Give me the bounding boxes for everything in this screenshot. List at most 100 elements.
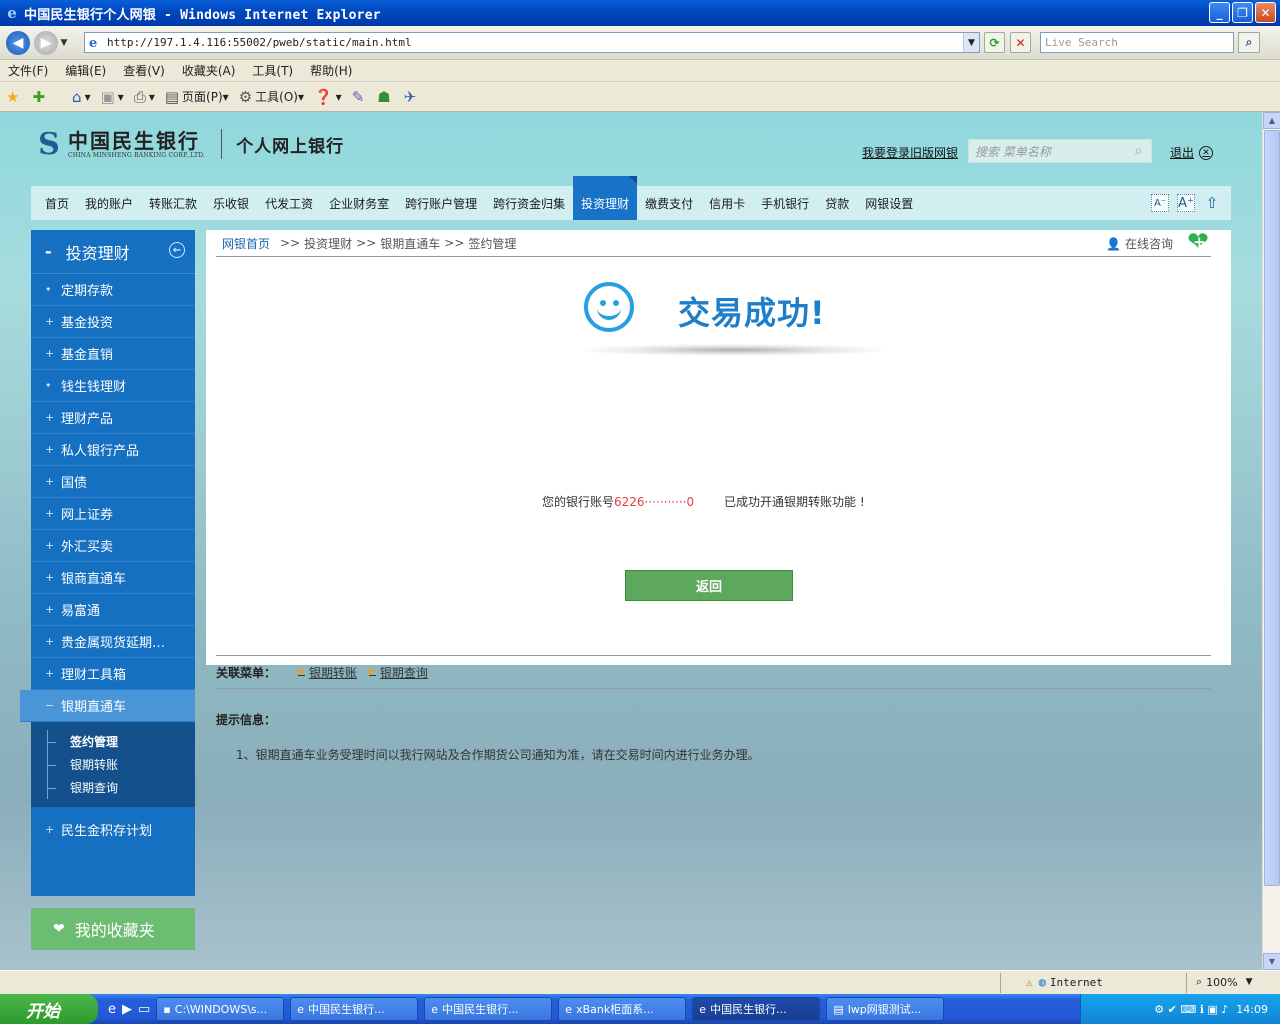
taskbar-item-browser-1[interactable]: e 中国民生银行...: [290, 997, 419, 1021]
add-favorite-icon[interactable]: ✚: [32, 88, 48, 106]
sidebar-item-label: 私人银行产品: [61, 444, 140, 459]
related-link-query[interactable]: ▶ 银期查询: [369, 664, 428, 681]
breadcrumb-home[interactable]: 网银首页: [222, 235, 270, 252]
address-dropdown-icon[interactable]: ▼: [963, 33, 979, 52]
scroll-top-icon[interactable]: ⇧: [1203, 194, 1221, 212]
sidebar-item-bank-merchant[interactable]: + 银商直通车: [31, 562, 195, 594]
scroll-up-icon[interactable]: ▲: [1263, 112, 1280, 129]
font-increase-button[interactable]: A ⁺: [1177, 194, 1195, 212]
feeds-icon[interactable]: ▣ ▾: [101, 88, 124, 106]
print-icon[interactable]: ⎙ ▾: [134, 88, 155, 106]
nav-transfer[interactable]: 转账汇款: [141, 186, 205, 220]
taskbar-item-xbank[interactable]: e xBank柜面系...: [558, 997, 687, 1021]
menu-edit[interactable]: 编辑(E): [65, 62, 106, 79]
nav-payments[interactable]: 缴费支付: [637, 186, 701, 220]
scroll-down-icon[interactable]: ▼: [1263, 953, 1280, 970]
submenu-bank-futures-query[interactable]: 银期查询: [47, 776, 195, 799]
start-button[interactable]: 开始: [0, 994, 98, 1024]
maximize-button[interactable]: ❐: [1232, 2, 1253, 23]
sidebar-item-private-banking[interactable]: + 私人银行产品: [31, 434, 195, 466]
back-button[interactable]: ◀: [6, 30, 30, 55]
sidebar-item-treasury-bonds[interactable]: + 国债: [31, 466, 195, 498]
font-decrease-button[interactable]: A ⁻: [1151, 194, 1169, 212]
research-icon[interactable]: ✎: [352, 88, 368, 106]
add-favorite-heart-icon[interactable]: ❤ +: [1183, 227, 1213, 257]
tray-icons[interactable]: ⚙ ✔ ⌨ ℹ ▣ ♪: [1154, 1003, 1228, 1016]
nav-payroll[interactable]: 代发工资: [257, 186, 321, 220]
security-zone[interactable]: ⚠ ◍ Internet: [1026, 975, 1103, 989]
favorites-star-icon[interactable]: ★: [6, 88, 22, 106]
sidebar-item-fund-investment[interactable]: + 基金投资: [31, 306, 195, 338]
taskbar-item-browser-2[interactable]: e 中国民生银行...: [424, 997, 553, 1021]
nav-loans[interactable]: 贷款: [817, 186, 857, 220]
refresh-button[interactable]: ⟳: [984, 32, 1005, 53]
related-link-transfer[interactable]: ▶ 银期转账: [298, 664, 357, 681]
menu-search-input[interactable]: 搜索 菜单名称: [969, 143, 1126, 160]
sidebar-item-precious-metals[interactable]: + 贵金属现货延期…: [31, 626, 195, 658]
live-search-input[interactable]: Live Search: [1040, 32, 1234, 53]
nav-home[interactable]: 首页: [31, 186, 77, 220]
nav-cross-bank-accounts[interactable]: 跨行账户管理: [397, 186, 485, 220]
collapse-icon[interactable]: -: [45, 242, 52, 261]
favorites-button[interactable]: ❤ 我的收藏夹: [31, 908, 195, 950]
menu-tools[interactable]: 工具(T): [252, 62, 293, 79]
submenu-bank-futures-transfer[interactable]: 银期转账: [47, 753, 195, 776]
nav-credit-card[interactable]: 信用卡: [701, 186, 753, 220]
sidebar-item-online-securities[interactable]: + 网上证券: [31, 498, 195, 530]
menu-view[interactable]: 查看(V): [123, 62, 165, 79]
zoom-level[interactable]: ⌕ 100% ▼: [1196, 975, 1253, 989]
return-button[interactable]: 返回: [625, 570, 793, 601]
submenu-sign-management[interactable]: 签约管理: [47, 730, 195, 753]
taskbar-item-cmd[interactable]: ▪ C:\WINDOWS\s...: [156, 997, 285, 1021]
extension-icon[interactable]: ✈: [404, 88, 420, 106]
sidebar-item-bank-futures[interactable]: − 银期直通车: [20, 690, 195, 722]
page-menu[interactable]: ▤ 页面(P) ▾: [165, 88, 229, 106]
online-consult-link[interactable]: 👤 在线咨询: [1106, 235, 1173, 252]
nav-cross-bank-funds[interactable]: 跨行资金归集: [485, 186, 573, 220]
content-panel: 网银首页 >> 投资理财 >> 银期直通车 >> 签约管理 👤 在线咨询 ❤ + …: [206, 227, 1231, 762]
sidebar-item-label: 理财产品: [61, 412, 114, 427]
sidebar-back-icon[interactable]: ←: [169, 242, 185, 258]
close-window-button[interactable]: ✕: [1255, 2, 1276, 23]
sidebar-item-wealth-products[interactable]: + 理财产品: [31, 402, 195, 434]
menu-file[interactable]: 文件(F): [8, 62, 48, 79]
nav-mobile-banking[interactable]: 手机银行: [753, 186, 817, 220]
taskbar: 开始 e ▶ ▭ ▪ C:\WINDOWS\s... e 中国民生银行... e 中国…: [0, 994, 1280, 1024]
nav-my-account[interactable]: 我的账户: [77, 186, 141, 220]
search-icon[interactable]: ⌕: [1238, 32, 1260, 53]
logout-link[interactable]: 退出 ✕: [1170, 144, 1214, 161]
nav-corporate-finance[interactable]: 企业财务室: [321, 186, 397, 220]
taskbar-item-lwp[interactable]: ▤ lwp网银测试...: [826, 997, 945, 1021]
menu-help[interactable]: 帮助(H): [310, 62, 352, 79]
nav-investment[interactable]: 投资理财: [573, 176, 638, 220]
home-icon[interactable]: ⌂ ▾: [72, 88, 91, 106]
media-quicklaunch-icon[interactable]: ▶: [122, 1002, 132, 1017]
messenger-icon[interactable]: ☗: [377, 88, 393, 106]
ie-quicklaunch-icon[interactable]: e: [108, 1002, 116, 1017]
menu-favorites[interactable]: 收藏夹(A): [182, 62, 236, 79]
sidebar-item-fund-direct[interactable]: + 基金直销: [31, 338, 195, 370]
nav-leshouyin[interactable]: 乐收银: [205, 186, 257, 220]
sidebar-item-money-management[interactable]: • 钱生钱理财: [31, 370, 195, 402]
sidebar-item-forex[interactable]: + 外汇买卖: [31, 530, 195, 562]
expand-icon: +: [45, 822, 55, 836]
tools-menu[interactable]: ⚙ 工具(O) ▾: [239, 88, 304, 106]
scroll-thumb[interactable]: [1264, 130, 1280, 886]
sidebar-item-yifutong[interactable]: + 易富通: [31, 594, 195, 626]
nav-settings[interactable]: 网银设置: [857, 186, 921, 220]
menu-search-icon[interactable]: ⌕: [1126, 140, 1151, 162]
taskbar-item-browser-active[interactable]: e 中国民生银行...: [692, 997, 821, 1021]
menu-search-box[interactable]: 搜索 菜单名称 ⌕: [968, 139, 1152, 163]
minimize-button[interactable]: _: [1209, 2, 1230, 23]
address-bar[interactable]: e http://197.1.4.116:55002/pweb/static/m…: [84, 32, 980, 53]
sidebar-item-gold-savings[interactable]: + 民生金积存计划: [31, 813, 195, 845]
stop-button[interactable]: ✕: [1010, 32, 1031, 53]
sidebar-item-wealth-toolbox[interactable]: + 理财工具箱: [31, 658, 195, 690]
forward-button[interactable]: ▶: [34, 30, 58, 55]
desktop-quicklaunch-icon[interactable]: ▭: [138, 1002, 150, 1017]
history-dropdown-icon[interactable]: ▼: [58, 38, 70, 48]
help-icon[interactable]: ❓ ▾: [314, 88, 342, 106]
old-version-login-link[interactable]: 我要登录旧版网银: [862, 144, 958, 161]
vertical-scrollbar[interactable]: ▲ ▼: [1262, 112, 1280, 970]
sidebar-item-fixed-deposit[interactable]: • 定期存款: [31, 274, 195, 306]
